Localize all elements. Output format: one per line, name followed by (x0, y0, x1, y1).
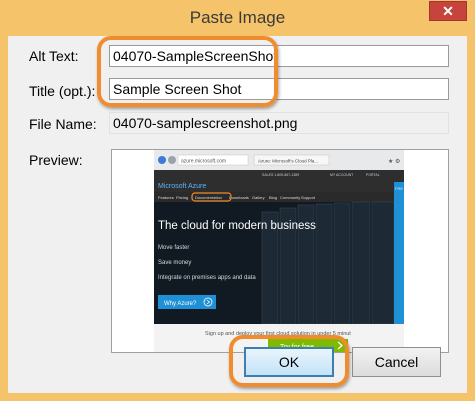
alt-text-input[interactable]: 04070-SampleScreenShot (109, 45, 449, 67)
title-label: Title (opt.): (29, 83, 96, 99)
preview-image: azure.microsoft.com Azure: Microsoft's C… (154, 150, 404, 352)
svg-text:Blog: Blog (269, 195, 277, 200)
svg-text:★ ⚙: ★ ⚙ (388, 158, 400, 165)
preview-portal: PORTAL (366, 173, 380, 177)
alt-text-label: Alt Text: (29, 48, 79, 64)
svg-text:Save money: Save money (158, 260, 191, 266)
ok-button[interactable]: OK (244, 347, 334, 377)
preview-area: azure.microsoft.com Azure: Microsoft's C… (111, 149, 449, 353)
close-button[interactable]: ✕ (429, 1, 467, 21)
browser-back-icon (158, 156, 166, 164)
title-input[interactable]: Sample Screen Shot (109, 78, 449, 100)
file-name-input[interactable]: 04070-samplescreenshot.png (109, 112, 449, 134)
close-icon: ✕ (442, 3, 454, 19)
paste-image-dialog: Paste Image ✕ Alt Text: 04070-SampleScre… (0, 0, 475, 401)
browser-forward-icon (168, 156, 176, 164)
svg-text:Documentation: Documentation (195, 195, 222, 200)
svg-text:Pricing: Pricing (176, 195, 188, 200)
svg-text:Downloads: Downloads (229, 195, 249, 200)
preview-label: Preview: (29, 152, 83, 168)
preview-brand: Microsoft Azure (158, 183, 206, 190)
preview-signup-text: Sign up and deploy your first cloud solu… (205, 331, 351, 337)
dialog-title: Paste Image (189, 8, 286, 27)
preview-nav: Features Pricing Documentation Downloads… (158, 195, 316, 200)
svg-text:Integrate on premises apps and: Integrate on premises apps and data (158, 275, 256, 281)
preview-headline: The cloud for modern business (158, 220, 316, 232)
svg-text:Features: Features (158, 195, 174, 200)
dialog-body: Alt Text: 04070-SampleScreenShot Title (… (8, 36, 467, 393)
svg-text:Support: Support (301, 195, 316, 200)
svg-text:Gallery: Gallery (252, 195, 265, 200)
svg-text:Why Azure?: Why Azure? (164, 301, 197, 307)
preview-account: MY ACCOUNT (330, 173, 354, 177)
preview-address: azure.microsoft.com (181, 159, 226, 165)
preview-sales-phone: SALES 1-800-867-1389 (262, 173, 299, 177)
svg-text:Community: Community (280, 195, 300, 200)
file-name-label: File Name: (29, 116, 97, 132)
svg-text:Move faster: Move faster (158, 245, 189, 251)
title-bar[interactable]: Paste Image ✕ (0, 0, 475, 36)
preview-tab-title: Azure: Microsoft's Cloud Pla... (258, 159, 318, 164)
cancel-button[interactable]: Cancel (352, 347, 441, 377)
preview-free-trial-stub: FRE (395, 186, 403, 191)
